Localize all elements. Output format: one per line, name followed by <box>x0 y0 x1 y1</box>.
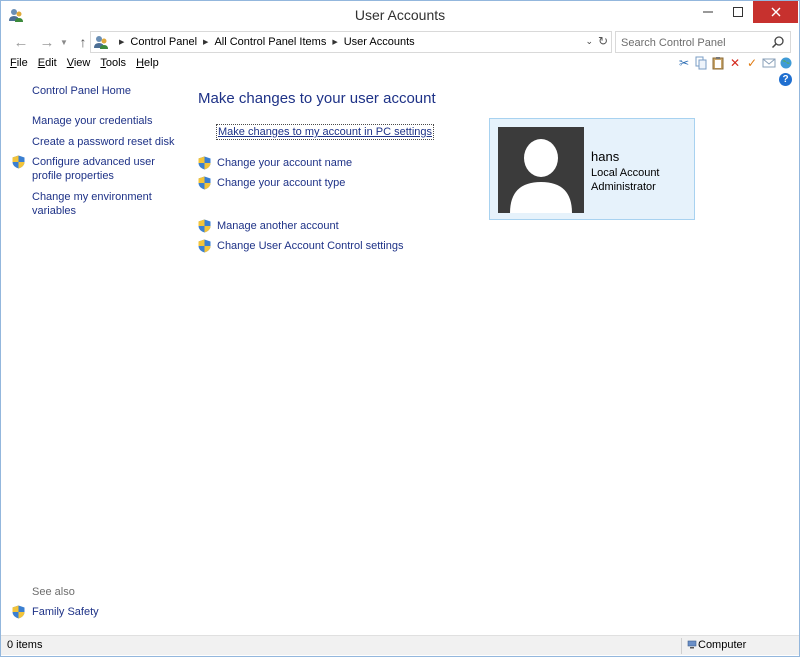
status-bar: 0 items Computer <box>1 635 799 655</box>
uac-shield-icon <box>198 156 211 170</box>
breadcrumb-control-panel[interactable]: Control Panel <box>130 36 197 48</box>
uac-shield-icon <box>198 239 211 253</box>
change-account-name-link[interactable]: Change your account name <box>217 157 352 169</box>
properties-icon[interactable] <box>762 56 776 70</box>
uac-shield-icon <box>198 219 211 233</box>
status-zone: Computer <box>687 639 746 651</box>
uac-shield-icon <box>198 176 211 190</box>
menu-help[interactable]: Help <box>133 57 162 69</box>
uac-settings-link[interactable]: Change User Account Control settings <box>217 240 404 252</box>
refresh-icon[interactable]: ↻ <box>598 34 608 48</box>
environment-variables-link[interactable]: Change my environment variables <box>32 190 182 218</box>
page-title: Make changes to your user account <box>198 90 436 107</box>
breadcrumb-separator-icon[interactable]: ▶ <box>332 38 337 46</box>
breadcrumb-separator-icon[interactable]: ▶ <box>203 38 208 46</box>
arrow-right-icon: → <box>39 33 55 51</box>
minimize-icon <box>703 11 713 13</box>
family-safety-shield-icon <box>12 605 25 619</box>
change-account-type-link[interactable]: Change your account type <box>217 177 345 189</box>
paste-icon[interactable] <box>711 56 725 70</box>
status-item-count: 0 items <box>7 639 43 651</box>
avatar[interactable] <box>498 127 584 213</box>
menu-help-label: elp <box>144 57 159 69</box>
address-bar[interactable]: ▶ Control Panel ▶ All Control Panel Item… <box>90 31 612 53</box>
menu-help-accesskey: H <box>136 57 145 69</box>
password-reset-disk-link[interactable]: Create a password reset disk <box>32 135 182 149</box>
menu-tools[interactable]: Tools <box>97 57 129 69</box>
user-silhouette-icon <box>510 139 572 213</box>
menu-tools-label: ools <box>105 57 127 69</box>
menu-edit-label: dit <box>45 57 57 69</box>
window-title: User Accounts <box>354 7 446 23</box>
menu-bar: File Edit View Tools Help ✂ ✕ ✓ <box>1 55 799 71</box>
title-bar[interactable]: User Accounts <box>1 1 799 29</box>
account-type: Local Account <box>591 167 660 179</box>
menu-file-accesskey: F <box>10 57 17 69</box>
menu-view[interactable]: View <box>64 57 94 69</box>
minimize-button[interactable] <box>693 1 723 23</box>
manage-credentials-link[interactable]: Manage your credentials <box>32 114 182 128</box>
main-pane: Make changes to your user account Make c… <box>186 71 799 635</box>
arrow-left-icon: ← <box>13 33 29 51</box>
address-dropdown-icon[interactable]: ⌄ <box>585 36 593 47</box>
computer-icon <box>687 640 697 649</box>
control-panel-users-icon <box>94 36 108 49</box>
close-icon <box>771 7 780 17</box>
left-navigation-pane: Control Panel Home Manage your credentia… <box>1 71 186 635</box>
user-accounts-window: User Accounts ← → ▼ ↑ ▶ Control Panel ▶ … <box>0 0 800 657</box>
recent-locations-button[interactable]: ▼ <box>59 32 69 52</box>
breadcrumb-all-items[interactable]: All Control Panel Items <box>214 36 326 48</box>
forward-button[interactable]: → <box>37 32 57 52</box>
maximize-button[interactable] <box>723 1 753 23</box>
back-button[interactable]: ← <box>11 32 31 52</box>
globe-icon[interactable] <box>779 56 793 70</box>
uac-shield-icon <box>12 155 25 169</box>
search-input[interactable] <box>621 35 766 50</box>
menu-file[interactable]: File <box>7 57 31 69</box>
close-button[interactable] <box>753 1 798 23</box>
toolbar-icons: ✂ ✕ ✓ <box>677 55 793 71</box>
menu-edit[interactable]: Edit <box>35 57 60 69</box>
account-role: Administrator <box>591 181 656 193</box>
see-also-heading: See also <box>32 586 75 598</box>
content-area: ? Control Panel Home Manage your credent… <box>1 71 799 635</box>
pc-settings-link[interactable]: Make changes to my account in PC setting… <box>216 124 434 140</box>
advanced-profile-properties-link[interactable]: Configure advanced user profile properti… <box>32 155 182 183</box>
breadcrumb: ▶ Control Panel ▶ All Control Panel Item… <box>113 36 415 48</box>
breadcrumb-user-accounts[interactable]: User Accounts <box>344 36 415 48</box>
status-zone-label: Computer <box>698 639 747 651</box>
address-row: ← → ▼ ↑ ▶ Control Panel ▶ All Control Pa… <box>1 29 799 55</box>
status-divider <box>681 638 682 654</box>
delete-icon[interactable]: ✕ <box>728 56 742 70</box>
breadcrumb-separator-icon[interactable]: ▶ <box>119 38 124 46</box>
control-panel-home-link[interactable]: Control Panel Home <box>32 84 182 98</box>
family-safety-link[interactable]: Family Safety <box>32 605 182 619</box>
menu-view-accesskey: V <box>66 57 74 69</box>
menu-edit-accesskey: E <box>37 57 46 69</box>
manage-another-account-link[interactable]: Manage another account <box>217 220 339 232</box>
cut-icon[interactable]: ✂ <box>677 56 691 70</box>
account-name: hans <box>591 149 620 164</box>
search-box[interactable] <box>615 31 791 53</box>
copy-icon[interactable] <box>694 56 708 70</box>
menu-view-label: iew <box>73 57 91 69</box>
checkmark-icon[interactable]: ✓ <box>745 56 759 70</box>
menu-file-label: ile <box>16 57 28 69</box>
search-icon[interactable] <box>771 35 785 49</box>
arrow-up-icon: ↑ <box>79 34 87 50</box>
maximize-icon <box>733 7 743 17</box>
account-tile: hans Local Account Administrator <box>489 118 695 220</box>
chevron-down-icon: ▼ <box>60 37 68 47</box>
